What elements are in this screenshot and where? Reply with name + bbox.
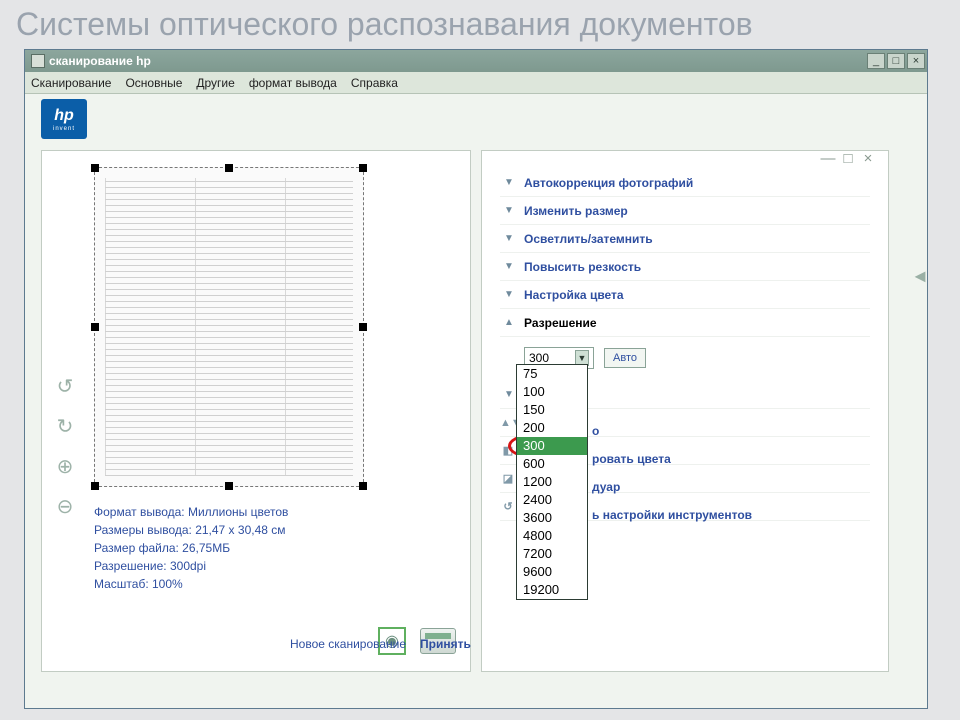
slide-title: Системы оптического распознавания докуме… bbox=[0, 0, 960, 49]
resolution-option[interactable]: 75 bbox=[517, 365, 587, 383]
crop-handle[interactable] bbox=[91, 323, 99, 331]
reset-icon: ↺ bbox=[500, 500, 516, 513]
minimize-button[interactable]: _ bbox=[867, 53, 885, 69]
info-block: Формат вывода: Миллионы цветов Размеры в… bbox=[94, 503, 354, 593]
window-title: сканирование hp bbox=[49, 54, 865, 68]
resolution-option[interactable]: 7200 bbox=[517, 545, 587, 563]
acc-label: Разрешение bbox=[524, 316, 597, 330]
new-scan-link[interactable]: Новое сканирование bbox=[290, 637, 406, 651]
rotate-right-icon[interactable]: ↻ bbox=[50, 411, 80, 441]
document-noise bbox=[105, 178, 353, 476]
menu-scanning[interactable]: Сканирование bbox=[31, 76, 111, 90]
menu-basic[interactable]: Основные bbox=[125, 76, 182, 90]
hp-logo: hp invent bbox=[41, 99, 87, 139]
app-window: сканирование hp _ □ × Сканирование Основ… bbox=[24, 49, 928, 709]
resolution-option[interactable]: 100 bbox=[517, 383, 587, 401]
accept-link[interactable]: Принять bbox=[420, 637, 471, 651]
acc-label: Настройка цвета bbox=[524, 288, 624, 302]
resolution-option[interactable]: 300 bbox=[517, 437, 587, 455]
crop-handle[interactable] bbox=[359, 164, 367, 172]
app-icon bbox=[31, 54, 45, 68]
auto-button[interactable]: Авто bbox=[604, 348, 646, 368]
resolution-option[interactable]: 19200 bbox=[517, 581, 587, 599]
acc-resolution[interactable]: ▲ Разрешение bbox=[500, 309, 870, 337]
acc-label: Повысить резкость bbox=[524, 260, 641, 274]
hp-logo-subtext: invent bbox=[53, 126, 75, 132]
peek-label-3: дуар bbox=[592, 480, 620, 494]
acc-color[interactable]: ▼ Настройка цвета bbox=[500, 281, 870, 309]
invert-icon: ◧ bbox=[500, 444, 516, 457]
info-file-size: Размер файла: 26,75МБ bbox=[94, 539, 354, 557]
resolution-value: 300 bbox=[529, 351, 549, 365]
rotate-left-icon[interactable]: ↺ bbox=[50, 371, 80, 401]
acc-label: Осветлить/затемнить bbox=[524, 232, 653, 246]
collapse-arrow-icon[interactable]: ◄ bbox=[911, 266, 929, 287]
panel-maximize-icon[interactable]: □ bbox=[838, 149, 858, 167]
panel-minimize-icon[interactable]: — bbox=[818, 149, 838, 167]
close-button[interactable]: × bbox=[907, 53, 925, 69]
crop-handle[interactable] bbox=[225, 164, 233, 172]
crop-handle[interactable] bbox=[91, 164, 99, 172]
menu-output-format[interactable]: формат вывода bbox=[249, 76, 337, 90]
resolution-option[interactable]: 200 bbox=[517, 419, 587, 437]
acc-sharpen[interactable]: ▼ Повысить резкость bbox=[500, 253, 870, 281]
mirror-icon: ▲▼ bbox=[500, 417, 516, 429]
main-area: ↺ ↻ ⊕ ⊖ Формат вывода: Миллионы цветов Р… bbox=[25, 144, 927, 708]
crop-handle[interactable] bbox=[91, 482, 99, 490]
chevron-down-icon: ▼ bbox=[500, 289, 518, 300]
settings-panel: — □ × ▼ Автокоррекция фотографий ▼ Измен… bbox=[481, 150, 889, 672]
crop-handle[interactable] bbox=[359, 482, 367, 490]
resolution-option[interactable]: 9600 bbox=[517, 563, 587, 581]
resolution-option[interactable]: 600 bbox=[517, 455, 587, 473]
chevron-down-icon: ▼ bbox=[500, 177, 518, 188]
hp-logo-text: hp bbox=[54, 107, 74, 125]
palette-icon: ◪ bbox=[500, 472, 516, 485]
titlebar: сканирование hp _ □ × bbox=[25, 50, 927, 72]
scan-preview[interactable] bbox=[94, 167, 364, 487]
chevron-down-icon: ▼ bbox=[500, 261, 518, 272]
acc-autocorrect[interactable]: ▼ Автокоррекция фотографий bbox=[500, 169, 870, 197]
acc-label: Изменить размер bbox=[524, 204, 628, 218]
resolution-option[interactable]: 1200 bbox=[517, 473, 587, 491]
info-output-size: Размеры вывода: 21,47 x 30,48 см bbox=[94, 521, 354, 539]
info-scale: Масштаб: 100% bbox=[94, 575, 354, 593]
chevron-down-icon: ▼ bbox=[500, 205, 518, 216]
acc-label: Автокоррекция фотографий bbox=[524, 176, 693, 190]
chevron-down-icon: ▼ bbox=[500, 233, 518, 244]
zoom-in-icon[interactable]: ⊕ bbox=[50, 451, 80, 481]
resolution-option[interactable]: 150 bbox=[517, 401, 587, 419]
resolution-dropdown[interactable]: 7510015020030060012002400360048007200960… bbox=[516, 364, 588, 600]
zoom-out-icon[interactable]: ⊖ bbox=[50, 491, 80, 521]
crop-handle[interactable] bbox=[225, 482, 233, 490]
menubar: Сканирование Основные Другие формат выво… bbox=[25, 72, 927, 94]
resolution-option[interactable]: 2400 bbox=[517, 491, 587, 509]
menu-other[interactable]: Другие bbox=[196, 76, 234, 90]
acc-resize[interactable]: ▼ Изменить размер bbox=[500, 197, 870, 225]
resolution-option[interactable]: 3600 bbox=[517, 509, 587, 527]
resolution-option[interactable]: 4800 bbox=[517, 527, 587, 545]
chevron-up-icon: ▲ bbox=[500, 317, 518, 328]
preview-panel: ↺ ↻ ⊕ ⊖ Формат вывода: Миллионы цветов Р… bbox=[41, 150, 471, 672]
peek-label-4: ь настройки инструментов bbox=[592, 508, 752, 522]
crop-handle[interactable] bbox=[359, 323, 367, 331]
app-header: hp invent bbox=[25, 94, 927, 144]
maximize-button[interactable]: □ bbox=[887, 53, 905, 69]
acc-lighten[interactable]: ▼ Осветлить/затемнить bbox=[500, 225, 870, 253]
peek-label-1: о bbox=[592, 424, 599, 438]
panel-close-icon[interactable]: × bbox=[858, 149, 878, 167]
peek-label-2: ровать цвета bbox=[592, 452, 671, 466]
menu-help[interactable]: Справка bbox=[351, 76, 398, 90]
info-output-format: Формат вывода: Миллионы цветов bbox=[94, 503, 354, 521]
info-resolution: Разрешение: 300dpi bbox=[94, 557, 354, 575]
